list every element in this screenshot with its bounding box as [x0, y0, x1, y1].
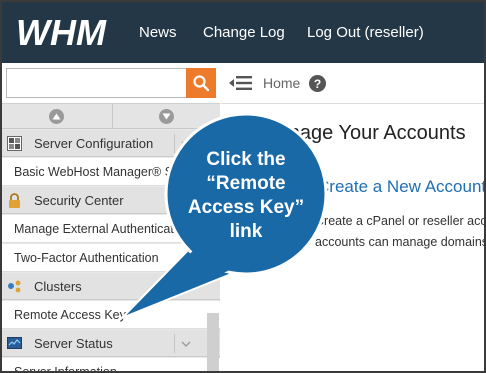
search-icon [193, 75, 210, 92]
breadcrumb-home[interactable]: Home [263, 75, 300, 91]
top-navigation-bar: WHM News Change Log Log Out (reseller) [2, 2, 484, 63]
nav-logout-link[interactable]: Log Out (reseller) [307, 2, 424, 63]
callout-line: link [229, 221, 263, 242]
chevron-down-icon [159, 109, 174, 124]
menu-toggle-icon[interactable] [229, 74, 253, 97]
scroll-up-button[interactable] [2, 104, 110, 129]
sidebar-search-input[interactable] [6, 68, 186, 98]
page-title: Manage Your Accounts [261, 122, 466, 144]
sidebar-search-row [2, 63, 220, 104]
create-account-description: Create a cPanel or reseller account. acc… [315, 211, 486, 253]
nav-change-log-link[interactable]: Change Log [203, 2, 285, 63]
scroll-down-button[interactable] [112, 104, 220, 129]
chevron-down-icon[interactable] [174, 334, 196, 353]
sidebar-scroll-controls [2, 104, 220, 129]
description-line: accounts can manage domains [315, 235, 486, 249]
lock-icon [7, 193, 22, 208]
section-server-status[interactable]: Server Status [2, 330, 220, 357]
logo-text: WHM [16, 14, 107, 50]
chevron-up-icon [48, 109, 64, 124]
screenshot-frame: WHM News Change Log Log Out (reseller) S… [0, 0, 486, 373]
callout-line: Access Key” [187, 197, 305, 218]
breadcrumb: Home ? [221, 63, 484, 104]
sidebar-item-server-information[interactable]: Server Information [2, 358, 220, 371]
clusters-icon [7, 279, 22, 294]
create-account-link[interactable]: Create a New Account [317, 177, 484, 197]
server-config-icon [7, 136, 22, 151]
whm-logo[interactable]: WHM [16, 12, 122, 55]
section-label: Clusters [34, 279, 82, 294]
sidebar-scrollbar[interactable] [207, 313, 219, 371]
callout-text: Click the “Remote Access Key” link [170, 148, 322, 244]
sidebar-item-two-factor-authentication[interactable]: Two-Factor Authentication [2, 244, 220, 272]
section-label: Server Configuration [34, 136, 154, 151]
description-line: Create a cPanel or reseller account. [315, 214, 486, 228]
chevron-down-icon[interactable] [174, 277, 196, 296]
callout-line: Click the [206, 149, 286, 170]
section-label: Security Center [34, 193, 124, 208]
monitor-icon [7, 336, 22, 351]
callout-line: “Remote [206, 173, 286, 194]
search-button[interactable] [186, 68, 216, 98]
help-icon[interactable]: ? [309, 75, 326, 92]
nav-news-link[interactable]: News [139, 2, 177, 63]
section-label: Server Status [34, 336, 113, 351]
sidebar-item-remote-access-key[interactable]: Remote Access Key [2, 301, 220, 329]
section-clusters[interactable]: Clusters [2, 273, 220, 300]
